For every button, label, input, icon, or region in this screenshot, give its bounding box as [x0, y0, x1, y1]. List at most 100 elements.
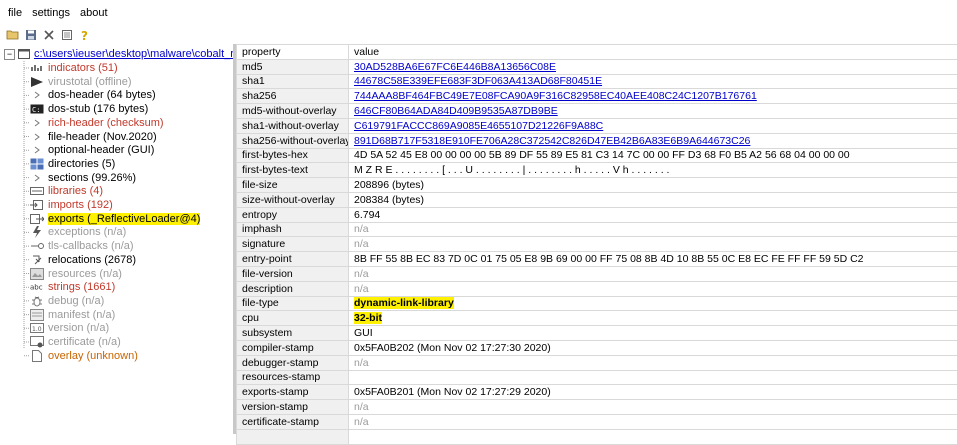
tree-item[interactable]: 1.0version (n/a) [30, 321, 109, 335]
value-text: 208384 (bytes) [354, 194, 424, 206]
table-row[interactable]: resources-stamp [237, 370, 957, 385]
arrow-icon [30, 172, 44, 184]
table-row[interactable]: subsystemGUI [237, 326, 957, 341]
value-cell[interactable]: C619791FACCC869A9085E4655107D21226F9A88C [349, 118, 957, 133]
relocations-icon [30, 254, 44, 266]
table-row[interactable]: debugger-stampn/a [237, 355, 957, 370]
property-cell: version-stamp [237, 400, 349, 415]
property-cell: certificate-stamp [237, 414, 349, 429]
table-row[interactable]: descriptionn/a [237, 281, 957, 296]
value-cell[interactable]: 891D68B717F5318E910FE706A28C372542C826D4… [349, 133, 957, 148]
tree-root[interactable]: − c:\users\ieuser\desktop\malware\cobalt… [4, 47, 233, 61]
table-row[interactable]: file-versionn/a [237, 266, 957, 281]
table-row[interactable]: entropy6.794 [237, 207, 957, 222]
property-cell: debugger-stamp [237, 355, 349, 370]
tree-item[interactable]: exports (_ReflectiveLoader@4) [30, 212, 200, 226]
table-row[interactable]: first-bytes-textM Z R E . . . . . . . . … [237, 163, 957, 178]
table-row[interactable]: entry-point8B FF 55 8B EC 83 7D 0C 01 75… [237, 252, 957, 267]
table-row[interactable]: file-size 208896 (bytes) [237, 178, 957, 193]
value-text: 6.794 [354, 209, 380, 221]
property-cell: sha1-without-overlay [237, 118, 349, 133]
table-row[interactable]: sha1-without-overlay C619791FACCC869A9085… [237, 118, 957, 133]
tree-item-label: exports (_ReflectiveLoader@4) [48, 213, 200, 225]
property-cell: description [237, 281, 349, 296]
table-row[interactable] [237, 429, 957, 444]
imports-icon [30, 199, 44, 211]
tree-item[interactable]: sections (99.26%) [30, 171, 136, 185]
table-row[interactable]: sha256744AAA8BF464FBC49E7E08FCA90A9F316C… [237, 89, 957, 104]
value-text: 208896 (bytes) [354, 179, 424, 191]
list-icon[interactable] [60, 28, 74, 42]
column-header-property[interactable]: property [237, 45, 349, 60]
tree-item[interactable]: relocations (2678) [30, 253, 136, 267]
hash-link[interactable]: 744AAA8BF464FBC49E7E08FCA90A9F316C82958E… [354, 90, 757, 102]
value-text: n/a [354, 238, 369, 250]
table-row[interactable]: signaturen/a [237, 237, 957, 252]
collapse-icon[interactable]: − [4, 49, 15, 60]
menu-about[interactable]: about [80, 7, 108, 19]
tree-item[interactable]: debug (n/a) [30, 294, 104, 308]
table-row[interactable]: cpu32-bit [237, 311, 957, 326]
version-icon: 1.0 [30, 322, 44, 334]
value-cell: dynamic-link-library [349, 296, 957, 311]
arrow-icon [30, 144, 44, 156]
tree-item[interactable]: overlay (unknown) [30, 349, 138, 363]
table-row[interactable]: exports-stamp0x5FA0B201 (Mon Nov 02 17:2… [237, 385, 957, 400]
value-text: 8B FF 55 8B EC 83 7D 0C 01 75 05 E8 9B 6… [354, 253, 864, 265]
tree-item[interactable]: resources (n/a) [30, 267, 122, 281]
tree-item[interactable]: virustotal (offline) [30, 75, 132, 89]
tree-item[interactable]: certificate (n/a) [30, 335, 121, 349]
table-row[interactable]: certificate-stampn/a [237, 414, 957, 429]
tree-item[interactable]: optional-header (GUI) [30, 143, 154, 157]
menu-settings[interactable]: settings [32, 7, 70, 19]
table-row[interactable]: compiler-stamp0x5FA0B202 (Mon Nov 02 17:… [237, 340, 957, 355]
table-row[interactable]: md530AD528BA6E67FC6E446B8A13656C08E [237, 59, 957, 74]
tree-item[interactable]: manifest (n/a) [30, 308, 115, 322]
table-row[interactable]: sha144678C58E339EFE683F3DF063A413AD68F80… [237, 74, 957, 89]
property-cell: subsystem [237, 326, 349, 341]
tree-item[interactable]: dos-header (64 bytes) [30, 88, 156, 102]
overlay-icon [30, 350, 44, 362]
value-cell: n/a [349, 266, 957, 281]
tree-item[interactable]: directories (5) [30, 157, 115, 171]
save-icon[interactable] [24, 28, 38, 42]
property-cell [237, 429, 349, 444]
tree-item[interactable]: libraries (4) [30, 184, 103, 198]
executable-icon [18, 48, 30, 60]
value-cell[interactable]: 646CF80B64ADA84D409B9535A87DB9BE [349, 104, 957, 119]
tree-item[interactable]: tls-callbacks (n/a) [30, 239, 134, 253]
hash-link[interactable]: 30AD528BA6E67FC6E446B8A13656C08E [354, 61, 556, 73]
tree-item[interactable]: rich-header (checksum) [30, 116, 164, 130]
tls-icon [30, 240, 44, 252]
hash-link[interactable]: 44678C58E339EFE683F3DF063A413AD68F80451E [354, 75, 602, 87]
table-row[interactable]: size-without-overlay208384 (bytes) [237, 192, 957, 207]
table-row[interactable]: file-typedynamic-link-library [237, 296, 957, 311]
tree-item[interactable]: abcstrings (1661) [30, 280, 115, 294]
value-cell[interactable]: 744AAA8BF464FBC49E7E08FCA90A9F316C82958E… [349, 89, 957, 104]
table-row[interactable]: sha256-without-overlay891D68B717F5318E91… [237, 133, 957, 148]
arrow-icon [30, 89, 44, 101]
tree-item[interactable]: imports (192) [30, 198, 113, 212]
value-cell[interactable]: 44678C58E339EFE683F3DF063A413AD68F80451E [349, 74, 957, 89]
column-header-value[interactable]: value [349, 45, 957, 60]
table-row[interactable]: version-stampn/a [237, 400, 957, 415]
help-icon[interactable]: ? [78, 28, 92, 42]
table-row[interactable]: md5-without-overlay646CF80B64ADA84D409B9… [237, 104, 957, 119]
tree-item[interactable]: C:dos-stub (176 bytes) [30, 102, 148, 116]
property-cell: file-size [237, 178, 349, 193]
value-cell: 4D 5A 52 45 E8 00 00 00 00 5B 89 DF 55 8… [349, 148, 957, 163]
value-cell[interactable]: 30AD528BA6E67FC6E446B8A13656C08E [349, 59, 957, 74]
tree-item[interactable]: file-header (Nov.2020) [30, 130, 157, 144]
hash-link[interactable]: 646CF80B64ADA84D409B9535A87DB9BE [354, 105, 558, 117]
properties-table: property value md530AD528BA6E67FC6E446B8… [236, 44, 957, 445]
hash-link[interactable]: C619791FACCC869A9085E4655107D21226F9A88C [354, 120, 603, 132]
hash-link[interactable]: 891D68B717F5318E910FE706A28C372542C826D4… [354, 135, 750, 147]
table-row[interactable]: imphashn/a [237, 222, 957, 237]
open-icon[interactable] [6, 28, 20, 42]
close-icon[interactable] [42, 28, 56, 42]
table-row[interactable]: first-bytes-hex4D 5A 52 45 E8 00 00 00 0… [237, 148, 957, 163]
menu-file[interactable]: file [8, 7, 22, 19]
tree-item[interactable]: exceptions (n/a) [30, 225, 126, 239]
tree-item-label: resources (n/a) [48, 268, 122, 280]
tree-item[interactable]: indicators (51) [30, 61, 118, 75]
